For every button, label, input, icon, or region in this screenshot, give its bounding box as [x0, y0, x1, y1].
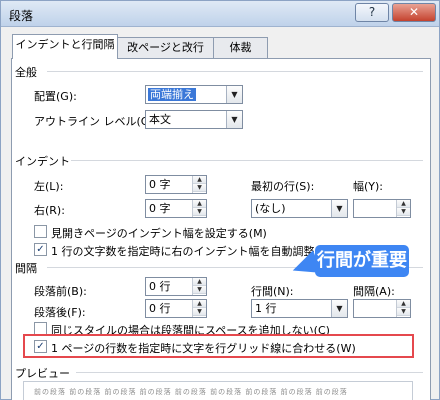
preview-sample-text: 前の段落 前の段落 前の段落 前の段落 前の段落 前の段落 前の段落 前の段落 … — [34, 388, 348, 396]
auto-adjust-checkbox[interactable]: ✓ — [34, 243, 47, 256]
indent-right-spinner[interactable]: 0 字 ▲ ▼ — [145, 199, 207, 218]
space-before-spinner[interactable]: 0 行 ▲ ▼ — [145, 277, 207, 296]
general-section-title: 全般 — [15, 66, 37, 79]
alignment-label: 配置(G): — [34, 90, 77, 103]
chevron-down-icon[interactable]: ▼ — [193, 308, 206, 316]
indent-left-value: 0 字 — [149, 178, 171, 191]
chevron-down-icon: ▼ — [226, 86, 242, 103]
general-divider — [47, 71, 423, 72]
spinner-buttons[interactable]: ▲ ▼ — [192, 200, 206, 217]
title-bar: 段落 ? ✕ — [1, 1, 439, 27]
chevron-up-icon[interactable]: ▲ — [193, 278, 206, 286]
space-after-value: 0 行 — [149, 302, 171, 315]
space-after-spinner[interactable]: 0 行 ▲ ▼ — [145, 299, 207, 318]
chevron-down-icon[interactable]: ▼ — [397, 208, 410, 216]
line-spacing-value: 1 行 — [255, 302, 277, 315]
tab-indent-spacing[interactable]: インデントと行間隔 — [12, 34, 118, 59]
alignment-value: 両端揃え — [148, 88, 196, 101]
indent-width-spinner[interactable]: ▲ ▼ — [353, 199, 411, 218]
chevron-down-icon[interactable]: ▼ — [397, 308, 410, 316]
first-line-value: (なし) — [255, 202, 286, 215]
chevron-down-icon: ▼ — [226, 111, 242, 128]
chevron-down-icon: ▼ — [331, 300, 347, 317]
space-before-label: 段落前(B): — [34, 285, 87, 298]
tab-typography[interactable]: 体裁 — [213, 37, 268, 58]
chevron-down-icon[interactable]: ▼ — [193, 286, 206, 294]
spacing-at-spinner[interactable]: ▲ ▼ — [353, 299, 411, 318]
chevron-up-icon[interactable]: ▲ — [397, 200, 410, 208]
outline-level-label: アウトライン レベル(O): — [34, 115, 158, 128]
spinner-buttons[interactable]: ▲ ▼ — [192, 176, 206, 193]
spacing-at-label: 間隔(A): — [353, 285, 395, 298]
spinner-buttons[interactable]: ▲ ▼ — [192, 278, 206, 295]
indent-width-label: 幅(Y): — [353, 180, 384, 193]
chevron-down-icon[interactable]: ▼ — [193, 184, 206, 192]
chevron-up-icon[interactable]: ▲ — [193, 176, 206, 184]
line-spacing-label: 行間(N): — [251, 285, 294, 298]
first-line-select[interactable]: (なし) ▼ — [251, 199, 348, 218]
chevron-up-icon[interactable]: ▲ — [193, 200, 206, 208]
preview-area: 前の段落 前の段落 前の段落 前の段落 前の段落 前の段落 前の段落 前の段落 … — [23, 381, 413, 400]
spinner-buttons[interactable]: ▲ ▼ — [192, 300, 206, 317]
indent-divider — [71, 160, 423, 161]
chevron-down-icon: ▼ — [331, 200, 347, 217]
chevron-down-icon[interactable]: ▼ — [193, 208, 206, 216]
alignment-select[interactable]: 両端揃え ▼ — [145, 85, 243, 104]
help-button[interactable]: ? — [355, 3, 389, 22]
paragraph-dialog: 段落 ? ✕ インデントと行間隔 改ページと改行 体裁 全般 配置(G): 両端… — [0, 0, 440, 400]
first-line-label: 最初の行(S): — [251, 180, 315, 193]
space-after-label: 段落後(F): — [34, 306, 86, 319]
chevron-up-icon[interactable]: ▲ — [397, 300, 410, 308]
dialog-title: 段落 — [9, 9, 34, 23]
callout-label: 行間が重要 — [315, 245, 409, 277]
space-before-value: 0 行 — [149, 280, 171, 293]
outline-level-value: 本文 — [149, 113, 171, 126]
chevron-up-icon[interactable]: ▲ — [193, 300, 206, 308]
close-button[interactable]: ✕ — [392, 3, 436, 22]
indent-right-value: 0 字 — [149, 202, 171, 215]
indent-right-label: 右(R): — [34, 204, 65, 217]
mirror-indent-label: 見開きページのインデント幅を設定する(M) — [51, 227, 267, 240]
highlight-box — [23, 334, 414, 358]
preview-section-title: プレビュー — [15, 367, 70, 380]
spinner-buttons[interactable]: ▲ ▼ — [396, 200, 410, 217]
mirror-indent-checkbox[interactable] — [34, 225, 47, 238]
indent-left-label: 左(L): — [34, 180, 64, 193]
tab-line-page-breaks[interactable]: 改ページと改行 — [117, 37, 214, 58]
preview-divider — [76, 372, 423, 373]
spinner-buttons[interactable]: ▲ ▼ — [396, 300, 410, 317]
spacing-section-title: 間隔 — [15, 262, 37, 275]
indent-section-title: インデント — [15, 155, 70, 168]
line-spacing-select[interactable]: 1 行 ▼ — [251, 299, 348, 318]
outline-level-select[interactable]: 本文 ▼ — [145, 110, 243, 129]
indent-left-spinner[interactable]: 0 字 ▲ ▼ — [145, 175, 207, 194]
